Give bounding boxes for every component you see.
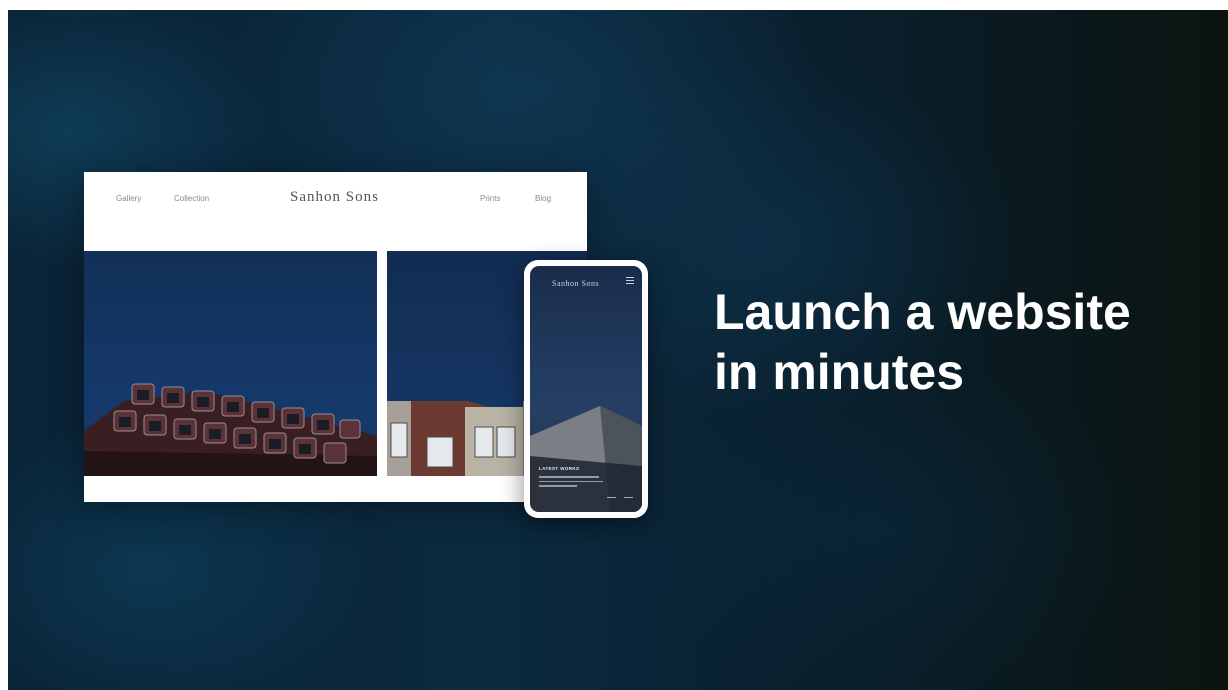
nav-link-collection[interactable]: Collection xyxy=(174,194,209,203)
gallery-photo-building-left xyxy=(84,251,377,476)
nav-link-prints[interactable]: Prints xyxy=(480,194,500,203)
phone-screen: Sanhon Sons LATEST WORKS xyxy=(530,266,642,512)
arrow-right-icon[interactable] xyxy=(624,497,633,498)
desktop-nav-bar: Gallery Collection Sanhon Sons Prints Bl… xyxy=(84,172,587,250)
phone-brand-logo[interactable]: Sanhon Sons xyxy=(552,279,599,288)
desktop-brand-logo[interactable]: Sanhon Sons xyxy=(290,189,379,206)
phone-caption-title: LATEST WORKS xyxy=(539,466,580,471)
hero-headline: Launch a website in minutes xyxy=(714,282,1214,402)
hamburger-menu-icon[interactable] xyxy=(626,277,634,284)
building-illustration-left xyxy=(84,383,377,476)
nav-link-blog[interactable]: Blog xyxy=(535,194,551,203)
arrow-left-icon[interactable] xyxy=(607,497,616,498)
mobile-website-mockup: Sanhon Sons LATEST WORKS xyxy=(524,260,648,518)
hero-banner: Gallery Collection Sanhon Sons Prints Bl… xyxy=(8,10,1228,690)
phone-carousel-arrows[interactable] xyxy=(607,496,633,500)
headline-line-2: in minutes xyxy=(714,344,965,400)
nav-link-gallery[interactable]: Gallery xyxy=(116,194,141,203)
headline-line-1: Launch a website xyxy=(714,284,1131,340)
desktop-website-mockup: Gallery Collection Sanhon Sons Prints Bl… xyxy=(84,172,587,502)
photo-divider xyxy=(377,251,387,476)
phone-caption-text-placeholder xyxy=(539,476,605,490)
